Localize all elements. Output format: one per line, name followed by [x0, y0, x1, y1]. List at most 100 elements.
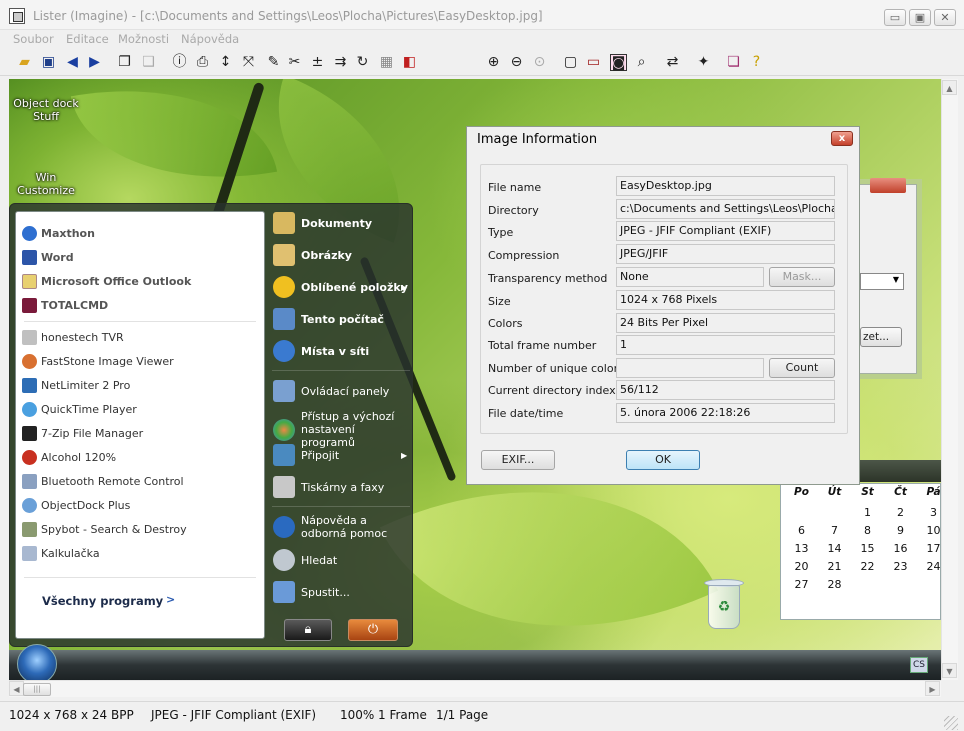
grid-icon[interactable]: ▦	[378, 54, 395, 71]
start-item-outlook[interactable]: Microsoft Office Outlook	[20, 270, 260, 292]
background-window-button[interactable]: zet...	[860, 327, 902, 347]
scroll-down-icon[interactable]: ▼	[942, 663, 957, 678]
vertical-scrollbar[interactable]: ▲ ▼	[941, 79, 958, 680]
calendar-day[interactable]: 14	[818, 542, 851, 555]
background-window-close-button[interactable]	[870, 178, 906, 193]
start-link-napoveda[interactable]: Nápověda a odborná pomoc	[273, 514, 387, 540]
calendar-day[interactable]: 16	[884, 542, 917, 555]
refresh-icon[interactable]: ↻	[354, 54, 371, 71]
count-button[interactable]: Count	[769, 358, 835, 378]
calendar-day[interactable]: 2	[884, 506, 917, 519]
calendar-day[interactable]: 20	[785, 560, 818, 573]
forward-arrow-icon[interactable]: ▶	[86, 54, 103, 71]
start-item-alcohol[interactable]: Alcohol 120%	[20, 446, 260, 468]
start-item-7zip[interactable]: 7-Zip File Manager	[20, 422, 260, 444]
calendar-day[interactable]: 3	[917, 506, 941, 519]
resize-icon[interactable]: ↕	[217, 54, 234, 71]
transparency-field[interactable]: None	[616, 267, 764, 287]
file-date-field[interactable]: 5. února 2006 22:18:26	[616, 403, 835, 423]
mask-button[interactable]: Mask...	[769, 267, 835, 287]
calendar-day[interactable]: 1	[851, 506, 884, 519]
start-item-spybot[interactable]: Spybot - Search & Destroy	[20, 518, 260, 540]
screenshot-icon[interactable]: ◙	[610, 54, 627, 71]
open-folder-icon[interactable]: ▰	[16, 54, 33, 71]
unique-colors-field[interactable]	[616, 358, 764, 378]
crop-icon[interactable]: ✂	[286, 54, 303, 71]
start-item-maxthon[interactable]: Maxthon	[20, 222, 260, 244]
save-icon[interactable]: ▣	[40, 54, 57, 71]
convert-icon[interactable]: ⇄	[664, 54, 681, 71]
ok-button[interactable]: OK	[626, 450, 700, 470]
all-programs-button[interactable]: Všechny programy	[42, 594, 163, 608]
start-item-kalkulacka[interactable]: Kalkulačka	[20, 542, 260, 564]
start-orb-icon[interactable]	[17, 644, 57, 680]
file-name-field[interactable]: EasyDesktop.jpg	[616, 176, 835, 196]
effects-icon[interactable]: ✦	[695, 54, 712, 71]
close-button[interactable]: ✕	[934, 9, 956, 26]
scroll-left-icon[interactable]: ◀	[9, 681, 24, 696]
minimize-button[interactable]: ▭	[884, 9, 906, 26]
shutdown-button[interactable]: ⏻	[348, 619, 398, 641]
compression-field[interactable]: JPEG/JFIF	[616, 244, 835, 264]
start-link-tiskarny[interactable]: Tiskárny a faxy	[273, 476, 384, 498]
total-frames-field[interactable]: 1	[616, 335, 835, 355]
start-item-word[interactable]: Word	[20, 246, 260, 268]
start-link-dokumenty[interactable]: Dokumenty	[273, 212, 372, 234]
book-icon[interactable]: ❏	[725, 54, 742, 71]
search-icon[interactable]: ⌕	[633, 54, 650, 71]
start-link-obrazky[interactable]: Obrázky	[273, 244, 352, 266]
start-item-objectdock[interactable]: ObjectDock Plus	[20, 494, 260, 516]
copy-icon[interactable]: ❐	[116, 54, 133, 71]
horizontal-scroll-thumb[interactable]: |||	[23, 683, 51, 696]
scroll-up-icon[interactable]: ▲	[942, 80, 957, 95]
zoom-in-icon[interactable]: ⊕	[485, 54, 502, 71]
calendar-day[interactable]: 27	[785, 578, 818, 591]
scroll-right-icon[interactable]: ▶	[925, 681, 940, 696]
start-item-honestech[interactable]: honestech TVR	[20, 326, 260, 348]
menu-napoveda[interactable]: Nápověda	[181, 32, 239, 46]
lock-button[interactable]: 🔒︎	[284, 619, 332, 641]
back-arrow-icon[interactable]: ◀	[64, 54, 81, 71]
start-item-netlimiter[interactable]: NetLimiter 2 Pro	[20, 374, 260, 396]
directory-field[interactable]: c:\Documents and Settings\Leos\Plocha\Pi	[616, 199, 835, 219]
horizontal-scrollbar[interactable]: ◀ ||| ▶	[9, 680, 941, 697]
paste-icon[interactable]: ❑	[140, 54, 157, 71]
type-field[interactable]: JPEG - JFIF Compliant (EXIF)	[616, 221, 835, 241]
menu-editace[interactable]: Editace	[66, 32, 109, 46]
start-link-tento-pocitac[interactable]: Tento počítač	[273, 308, 384, 330]
language-indicator[interactable]: CS	[910, 657, 928, 673]
info-icon[interactable]: ⓘ	[171, 54, 188, 71]
calendar-day[interactable]: 8	[851, 524, 884, 537]
calendar-day[interactable]: 9	[884, 524, 917, 537]
slideshow-icon[interactable]: ▭	[585, 54, 602, 71]
size-field[interactable]: 1024 x 768 Pixels	[616, 290, 835, 310]
maximize-button[interactable]: ▣	[909, 9, 931, 26]
start-item-bluetooth[interactable]: Bluetooth Remote Control	[20, 470, 260, 492]
calendar-day[interactable]: 17	[917, 542, 941, 555]
calendar-day[interactable]: 6	[785, 524, 818, 537]
start-item-quicktime[interactable]: QuickTime Player	[20, 398, 260, 420]
calendar-day[interactable]: 15	[851, 542, 884, 555]
background-window-dropdown[interactable]: ▼	[860, 273, 904, 290]
start-link-spustit[interactable]: Spustit...	[273, 581, 350, 603]
zoom-out-icon[interactable]: ⊖	[508, 54, 525, 71]
start-item-faststone[interactable]: FastStone Image Viewer	[20, 350, 260, 372]
recycle-bin-icon[interactable]: ♻	[704, 577, 744, 631]
calendar-day[interactable]: 7	[818, 524, 851, 537]
pen-icon[interactable]: ✎	[265, 54, 282, 71]
menu-soubor[interactable]: Soubor	[13, 32, 54, 46]
menu-moznosti[interactable]: Možnosti	[118, 32, 169, 46]
directory-index-field[interactable]: 56/112	[616, 380, 835, 400]
start-item-totalcmd[interactable]: TOTALCMD	[20, 294, 260, 316]
level-icon[interactable]: ±	[309, 54, 326, 71]
calendar-day[interactable]: 28	[818, 578, 851, 591]
fullscreen-icon[interactable]: ▢	[562, 54, 579, 71]
calendar-day[interactable]: 23	[884, 560, 917, 573]
calendar-day[interactable]: 24	[917, 560, 941, 573]
start-link-hledat[interactable]: Hledat	[273, 549, 337, 571]
calendar-day[interactable]: 22	[851, 560, 884, 573]
calendar-day[interactable]: 10	[917, 524, 941, 537]
zoom-fit-icon[interactable]: ⊙	[531, 54, 548, 71]
calendar-day[interactable]: 13	[785, 542, 818, 555]
start-link-ovladaci-panely[interactable]: Ovládací panely	[273, 380, 389, 402]
